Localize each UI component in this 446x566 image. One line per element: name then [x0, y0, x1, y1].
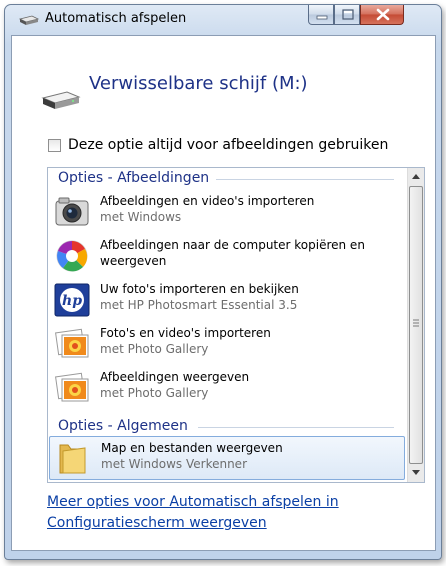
photo-gallery-icon: [55, 328, 89, 358]
option-photo-gallery-view[interactable]: Afbeeldingen weergeven met Photo Gallery: [49, 366, 405, 410]
option-title: Afbeeldingen naar de computer kopiëren e…: [100, 238, 365, 252]
folder-icon: [59, 444, 86, 474]
removable-drive-icon: [41, 91, 81, 109]
group-header-algemeen: Opties - Algemeen: [58, 418, 188, 434]
option-title: Map en bestanden weergeven: [101, 441, 283, 455]
grip-icon: [413, 319, 419, 327]
option-open-folder[interactable]: Map en bestanden weergeven met Windows V…: [49, 436, 405, 480]
close-button[interactable]: [360, 5, 404, 25]
minimize-button[interactable]: [308, 5, 334, 25]
more-options-link-line1[interactable]: Meer opties voor Automatisch afspelen in: [47, 494, 339, 510]
dialog-content: Verwisselbare schijf (M:) Deze optie alt…: [11, 35, 436, 551]
scroll-down-icon[interactable]: [408, 464, 424, 481]
autoplay-window: Automatisch afspelen Verwisselbare schij…: [4, 4, 442, 560]
scroll-up-icon[interactable]: [408, 168, 424, 185]
option-import-windows[interactable]: Afbeeldingen en video's importeren met W…: [49, 190, 405, 234]
maximize-button[interactable]: [334, 5, 360, 25]
drive-title-icon: [19, 15, 39, 25]
group-header-afbeeldingen: Opties - Afbeeldingen: [58, 170, 210, 186]
maximize-icon: [342, 9, 354, 20]
option-subtitle: met Photo Gallery: [100, 386, 209, 400]
option-subtitle: met Photo Gallery: [100, 342, 209, 356]
option-subtitle: met HP Photosmart Essential 3.5: [100, 298, 298, 312]
option-subtitle: weergeven: [100, 254, 167, 268]
group-divider: [216, 179, 394, 180]
option-subtitle: met Windows: [100, 210, 182, 224]
camera-icon: [55, 197, 89, 226]
title-bar[interactable]: Automatisch afspelen: [5, 5, 441, 33]
option-copy-picasa[interactable]: Afbeeldingen naar de computer kopiëren e…: [49, 234, 405, 278]
option-title: Afbeeldingen en video's importeren: [100, 194, 315, 208]
more-options-link-line2[interactable]: Configuratiescherm weergeven: [47, 515, 267, 531]
drive-title: Verwisselbare schijf (M:): [89, 73, 308, 94]
photo-gallery-icon: [55, 372, 89, 402]
option-title: Afbeeldingen weergeven: [100, 370, 250, 384]
options-list[interactable]: Opties - Afbeeldingen Afbeeldingen en vi…: [47, 167, 425, 483]
svg-text:hp: hp: [62, 293, 82, 309]
option-title: Uw foto's importeren en bekijken: [100, 282, 299, 296]
option-hp-photosmart[interactable]: hp Uw foto's importeren en bekijken met …: [49, 278, 405, 322]
option-subtitle: met Windows Verkenner: [101, 457, 247, 471]
always-use-checkbox[interactable]: [48, 139, 61, 152]
option-photo-gallery-import[interactable]: Foto's en video's importeren met Photo G…: [49, 322, 405, 366]
scrollbar-thumb[interactable]: [409, 186, 423, 464]
hp-icon: hp: [54, 283, 90, 317]
option-title: Foto's en video's importeren: [100, 326, 271, 340]
picasa-icon: [56, 240, 88, 272]
list-scrollbar[interactable]: [407, 168, 424, 482]
minimize-icon: [316, 15, 328, 20]
close-icon: [376, 8, 390, 21]
group-divider: [198, 427, 394, 428]
always-use-label: Deze optie altijd voor afbeeldingen gebr…: [68, 137, 389, 153]
window-title: Automatisch afspelen: [45, 11, 187, 26]
